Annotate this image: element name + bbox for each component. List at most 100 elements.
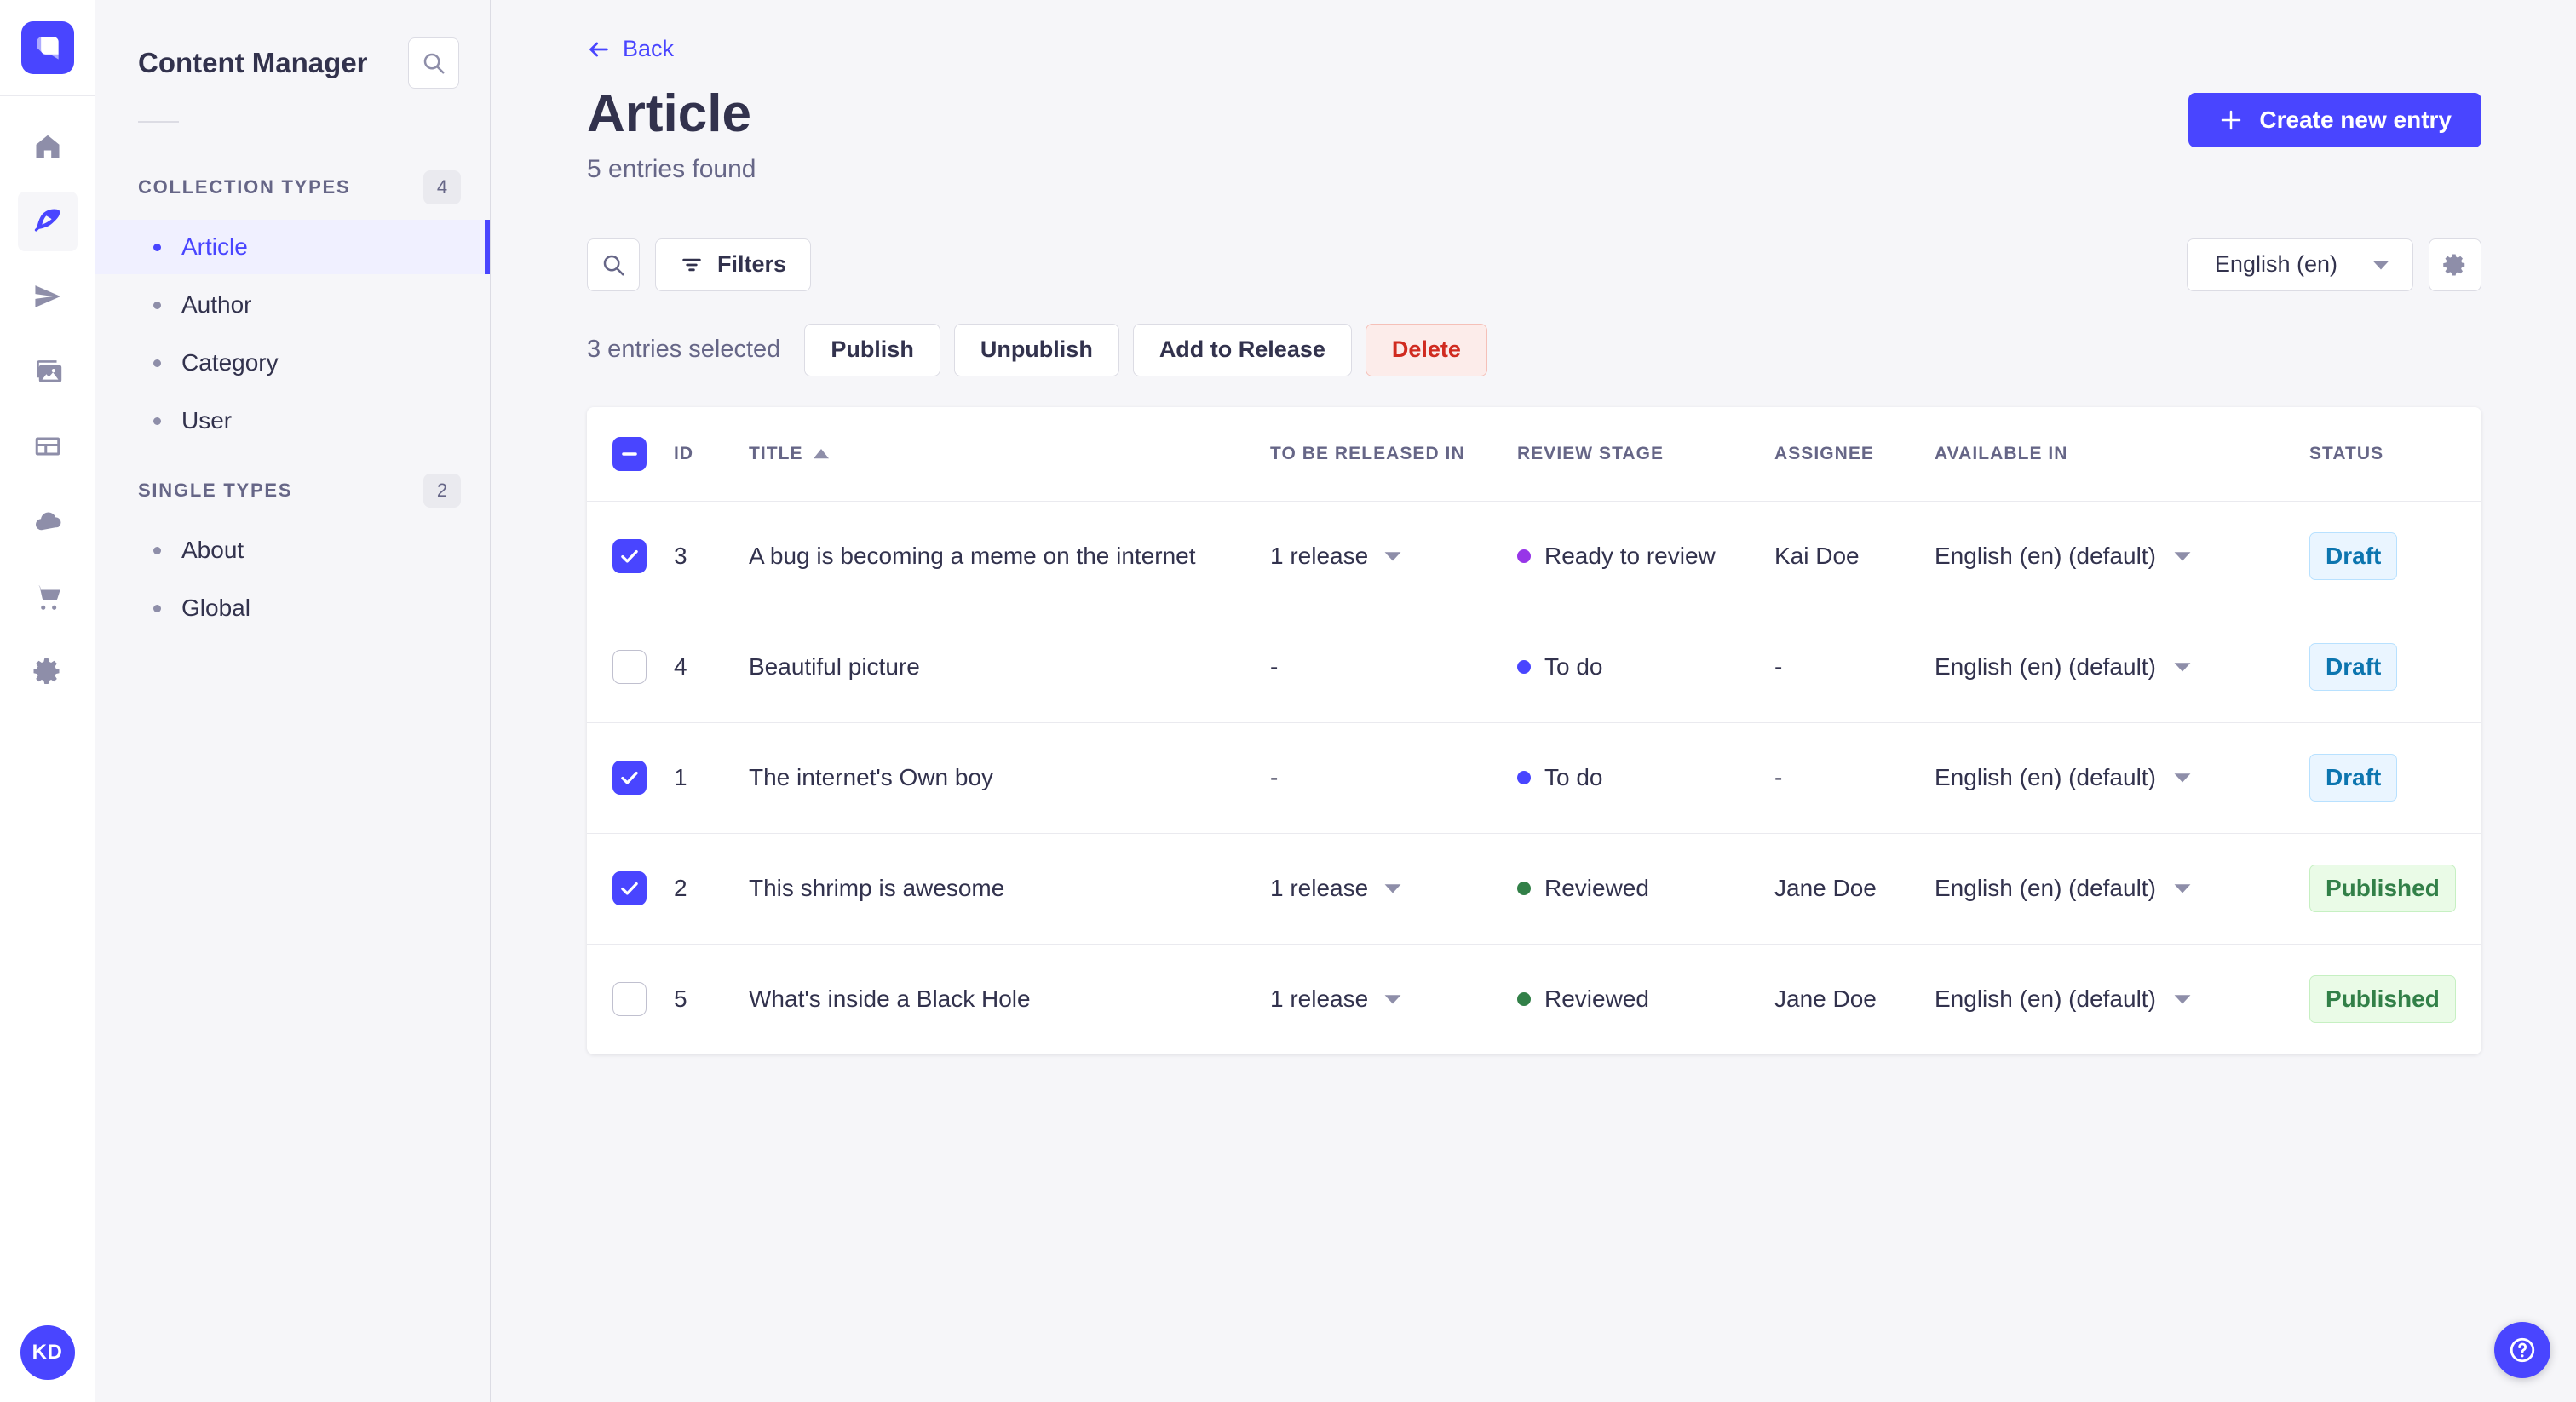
cell-available-in[interactable]: English (en) (default) — [1935, 985, 2309, 1013]
stage-label: Ready to review — [1544, 543, 1716, 570]
subnav-item-article[interactable]: Article — [95, 220, 490, 274]
section-label: COLLECTION TYPES — [138, 176, 351, 198]
subnav-item-label: About — [181, 537, 244, 563]
section-header: SINGLE TYPES 2 — [95, 462, 490, 520]
nav-settings-button[interactable] — [18, 641, 78, 701]
filters-button[interactable]: Filters — [655, 238, 812, 291]
cell-release[interactable]: 1 release — [1270, 875, 1517, 902]
create-entry-label: Create new entry — [2259, 106, 2452, 133]
strapi-logo[interactable] — [20, 21, 74, 74]
row-checkbox[interactable] — [612, 650, 647, 685]
header-checkbox-cell — [587, 436, 674, 471]
cell-available-in[interactable]: English (en) (default) — [1935, 543, 2309, 570]
release-value: 1 release — [1270, 985, 1369, 1013]
unpublish-button[interactable]: Unpublish — [953, 323, 1119, 376]
nav-media-library-button[interactable] — [18, 342, 78, 401]
cell-id: 2 — [674, 875, 687, 902]
row-checkbox[interactable] — [612, 871, 647, 906]
help-button[interactable] — [2494, 1322, 2550, 1378]
column-header-assignee[interactable]: ASSIGNEE — [1774, 444, 1935, 464]
column-header-available-in[interactable]: AVAILABLE IN — [1935, 444, 2309, 464]
subnav-item-label: Article — [181, 233, 248, 260]
cell-title: The internet's Own boy — [749, 764, 994, 791]
delete-button[interactable]: Delete — [1365, 323, 1487, 376]
stage-label: Reviewed — [1544, 985, 1649, 1013]
cell-review-stage: Reviewed — [1517, 875, 1774, 902]
nav-marketplace-button[interactable] — [18, 566, 78, 626]
table-row[interactable]: 3 A bug is becoming a meme on the interne… — [587, 500, 2481, 612]
release-value: 1 release — [1270, 875, 1369, 902]
subnav-header: Content Manager — [95, 0, 490, 89]
column-header-label: STATUS — [2309, 443, 2384, 463]
column-header-label: ID — [674, 443, 694, 463]
subnav-item-user[interactable]: User — [95, 394, 490, 448]
column-header-label: ASSIGNEE — [1774, 443, 1874, 463]
table-row[interactable]: 5 What's inside a Black Hole 1 release Revi… — [587, 943, 2481, 1054]
section-single-types: SINGLE TYPES 2 About Global — [95, 462, 490, 635]
entries-table: ID TITLE TO BE RELEASED IN REVIEW STAGE ASSI… — [587, 406, 2481, 1054]
nav-releases-button[interactable] — [18, 267, 78, 326]
stage-label: To do — [1544, 764, 1603, 791]
bullet-icon — [153, 359, 161, 367]
cell-assignee: - — [1774, 653, 1783, 681]
releases-icon — [32, 281, 63, 312]
table-row[interactable]: 2 This shrimp is awesome 1 release Reviewed… — [587, 832, 2481, 944]
gear-icon — [2442, 252, 2468, 278]
media-library-icon — [32, 356, 63, 387]
table-header-row: ID TITLE TO BE RELEASED IN REVIEW STAGE ASSI… — [587, 407, 2481, 501]
create-entry-button[interactable]: Create new entry — [2188, 92, 2481, 147]
table-row[interactable]: 1 The internet's Own boy - To do - English (e… — [587, 721, 2481, 833]
nav-home-button[interactable] — [18, 117, 78, 176]
select-all-checkbox[interactable] — [612, 436, 647, 471]
selection-row: 3 entries selected Publish Unpublish Add… — [587, 323, 2481, 376]
row-checkbox[interactable] — [612, 539, 647, 574]
status-badge: Draft — [2309, 754, 2398, 802]
cell-release[interactable]: 1 release — [1270, 543, 1517, 570]
bullet-icon — [153, 243, 161, 251]
row-checkbox[interactable] — [612, 982, 647, 1017]
sort-asc-icon — [813, 448, 829, 459]
release-value: 1 release — [1270, 543, 1369, 570]
row-checkbox[interactable] — [612, 761, 647, 796]
table-search-button[interactable] — [587, 238, 640, 291]
app-root: KD Content Manager COLLECTION TYPES 4 Arti… — [0, 0, 2576, 1402]
view-settings-button[interactable] — [2429, 238, 2481, 291]
subnav-item-category[interactable]: Category — [95, 336, 490, 390]
settings-icon — [32, 656, 63, 687]
content-search-button[interactable] — [408, 37, 459, 89]
cell-title: A bug is becoming a meme on the internet — [749, 543, 1196, 570]
release-value: - — [1270, 764, 1279, 791]
nav-deploy-button[interactable] — [18, 491, 78, 551]
locale-select[interactable]: English (en) — [2186, 238, 2413, 291]
cell-release[interactable]: 1 release — [1270, 985, 1517, 1013]
subnav-item-author[interactable]: Author — [95, 278, 490, 332]
stage-dot-icon — [1517, 549, 1531, 564]
filters-label: Filters — [717, 251, 787, 278]
selection-summary: 3 entries selected — [587, 336, 781, 364]
locale-value: English (en) (default) — [1935, 653, 2156, 681]
content-icon — [32, 206, 63, 237]
column-header-label: AVAILABLE IN — [1935, 443, 2068, 463]
cell-available-in[interactable]: English (en) (default) — [1935, 764, 2309, 791]
back-link[interactable]: Back — [587, 36, 674, 62]
cell-available-in[interactable]: English (en) (default) — [1935, 653, 2309, 681]
nav-content-type-builder-button[interactable] — [18, 417, 78, 476]
column-header-title[interactable]: TITLE — [749, 444, 1270, 464]
subnav-item-about[interactable]: About — [95, 523, 490, 577]
subnav-item-global[interactable]: Global — [95, 581, 490, 635]
nav-content-button[interactable] — [17, 192, 78, 251]
user-avatar[interactable]: KD — [20, 1325, 75, 1380]
column-header-to-be-released-in[interactable]: TO BE RELEASED IN — [1270, 444, 1517, 464]
column-header-review-stage[interactable]: REVIEW STAGE — [1517, 444, 1774, 464]
section-header: COLLECTION TYPES 4 — [95, 158, 490, 216]
column-header-status[interactable]: STATUS — [2309, 444, 2481, 464]
cell-available-in[interactable]: English (en) (default) — [1935, 875, 2309, 902]
stage-label: Reviewed — [1544, 875, 1649, 902]
publish-button[interactable]: Publish — [804, 323, 940, 376]
table-row[interactable]: 4 Beautiful picture - To do - English (en) (d… — [587, 611, 2481, 722]
entries-count: 5 entries found — [587, 154, 756, 183]
strapi-logo-icon — [36, 37, 59, 60]
add-to-release-button[interactable]: Add to Release — [1132, 323, 1352, 376]
column-header-id[interactable]: ID — [674, 444, 749, 464]
section-count-badge: 2 — [423, 474, 461, 508]
